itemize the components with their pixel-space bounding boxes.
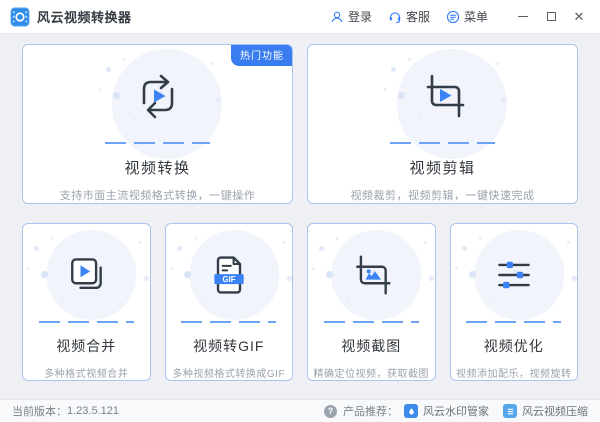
- recommend-label: 产品推荐：: [343, 403, 398, 419]
- dash-underline: [390, 142, 495, 144]
- card-title: 视频转换: [124, 157, 190, 178]
- product-compress-link[interactable]: 风云视频压缩: [503, 403, 588, 419]
- svg-text:GIF: GIF: [222, 275, 235, 284]
- card-video-merge[interactable]: 视频合并 多种格式视频合并: [22, 223, 151, 381]
- tools-row: 视频合并 多种格式视频合并 GIF 视频转GIF: [22, 223, 578, 381]
- card-title: 视频截图: [341, 336, 401, 356]
- sliders-icon: [492, 253, 536, 297]
- card-desc: 支持市面主流视频格式转换，一键操作: [60, 187, 256, 203]
- screenshot-icon: [349, 253, 393, 297]
- watermark-app-icon: [404, 404, 418, 418]
- card-desc: 多种格式视频合并: [44, 365, 128, 380]
- video-merge-icon: [64, 253, 108, 297]
- minimize-button[interactable]: [512, 6, 534, 28]
- dash-underline: [324, 321, 419, 323]
- card-title: 视频剪辑: [409, 157, 475, 178]
- app-logo-icon: [10, 7, 30, 27]
- card-title: 视频优化: [484, 336, 544, 356]
- help-icon: ?: [324, 405, 337, 418]
- card-video-optimize[interactable]: 视频优化 视频添加配乐，视频旋转: [450, 223, 579, 381]
- dash-underline: [39, 321, 134, 323]
- app-window: 风云视频转换器 登录 客服 菜单 ✕: [0, 0, 600, 422]
- video-edit-icon: [419, 72, 467, 120]
- featured-row: 热门功能 视频转换 支持市面主流视频格式转换，一键操作: [22, 44, 578, 204]
- product-recommendations: ? 产品推荐： 风云水印管家 风云视频压缩: [324, 403, 588, 419]
- card-title: 视频合并: [56, 336, 116, 356]
- window-controls: ✕: [506, 6, 590, 28]
- version-value: 1.23.5.121: [67, 405, 119, 417]
- card-video-convert[interactable]: 热门功能 视频转换 支持市面主流视频格式转换，一键操作: [22, 44, 293, 204]
- statusbar: 当前版本： 1.23.5.121 ? 产品推荐： 风云水印管家 风云视频压缩: [0, 399, 600, 422]
- titlebar: 风云视频转换器 登录 客服 菜单 ✕: [0, 0, 600, 34]
- menu-button[interactable]: 菜单: [446, 8, 488, 25]
- main-area: 热门功能 视频转换 支持市面主流视频格式转换，一键操作: [0, 34, 600, 399]
- card-video-to-gif[interactable]: GIF 视频转GIF 多种视频格式转换成GIF: [165, 223, 294, 381]
- card-video-edit[interactable]: 视频剪辑 视频裁剪，视频剪辑，一键快速完成: [307, 44, 578, 204]
- minimize-icon: [518, 16, 528, 17]
- dash-underline: [105, 142, 210, 144]
- card-desc: 视频裁剪，视频剪辑，一键快速完成: [351, 187, 535, 203]
- gif-file-icon: GIF: [207, 253, 251, 297]
- headset-icon: [388, 10, 402, 24]
- login-button[interactable]: 登录: [330, 8, 372, 25]
- menu-icon: [446, 10, 460, 24]
- dash-underline: [181, 321, 276, 323]
- card-desc: 精确定位视频，获取截图: [314, 365, 430, 380]
- card-title: 视频转GIF: [193, 336, 264, 356]
- dash-underline: [466, 321, 561, 323]
- card-video-screenshot[interactable]: 视频截图 精确定位视频，获取截图: [307, 223, 436, 381]
- video-convert-icon: [134, 72, 182, 120]
- maximize-icon: [547, 12, 556, 21]
- card-desc: 多种视频格式转换成GIF: [172, 365, 285, 380]
- close-button[interactable]: ✕: [568, 6, 590, 28]
- maximize-button[interactable]: [540, 6, 562, 28]
- app-title: 风云视频转换器: [37, 7, 132, 26]
- version-label: 当前版本：: [12, 403, 67, 419]
- user-icon: [330, 10, 344, 24]
- hot-feature-badge: 热门功能: [231, 44, 293, 66]
- customer-service-button[interactable]: 客服: [388, 8, 430, 25]
- card-desc: 视频添加配乐，视频旋转: [456, 365, 572, 380]
- product-watermark-link[interactable]: 风云水印管家: [404, 403, 489, 419]
- compress-app-icon: [503, 404, 517, 418]
